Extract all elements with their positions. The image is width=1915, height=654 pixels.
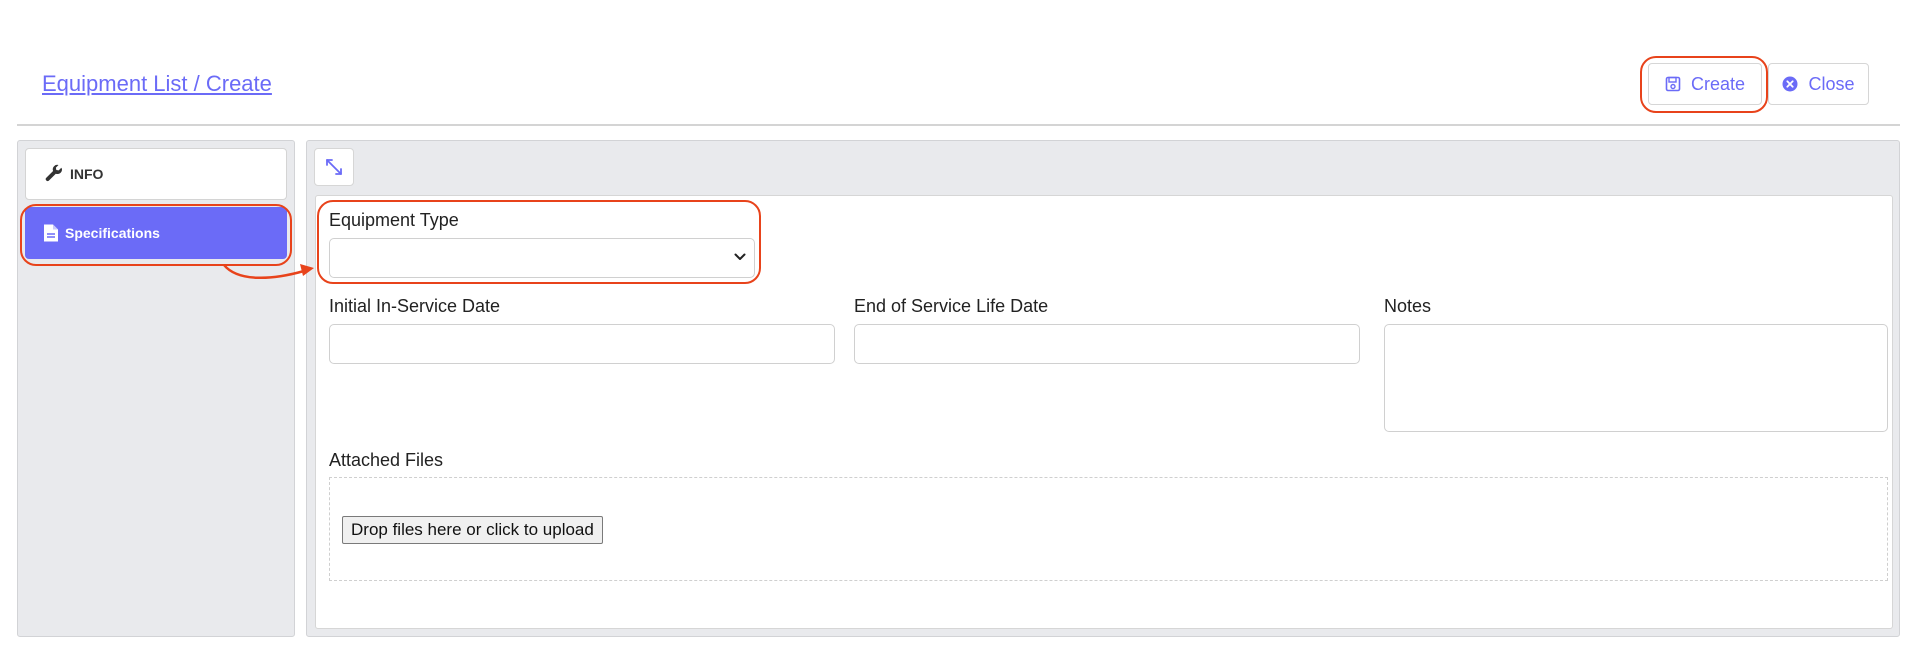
main-panel: Equipment Type Initial In-Service Date E…: [306, 140, 1900, 637]
close-circle-icon: [1782, 76, 1798, 92]
expand-button[interactable]: [314, 148, 354, 186]
end-of-service-life-date-label: End of Service Life Date: [854, 296, 1049, 316]
sidebar: INFO Specifications: [17, 140, 295, 637]
initial-in-service-date-label: Initial In-Service Date: [329, 296, 501, 316]
notes-field[interactable]: [1384, 324, 1888, 432]
close-button[interactable]: Close: [1768, 63, 1869, 105]
attached-files-label: Attached Files: [329, 450, 444, 470]
document-icon: [44, 224, 58, 242]
close-button-label: Close: [1808, 73, 1855, 94]
save-icon: [1665, 76, 1681, 92]
notes-label: Notes: [1384, 296, 1432, 316]
header-divider: [17, 124, 1900, 126]
sidebar-item-info[interactable]: INFO: [25, 148, 287, 200]
wrench-icon: [45, 164, 63, 182]
create-button[interactable]: Create: [1648, 63, 1762, 105]
upload-button[interactable]: Drop files here or click to upload: [342, 516, 603, 544]
equipment-type-select[interactable]: [329, 238, 755, 278]
equipment-type-label: Equipment Type: [329, 210, 459, 230]
equipment-type-select-wrap: [329, 238, 755, 278]
initial-in-service-date-field[interactable]: [329, 324, 835, 364]
page-title-breadcrumb[interactable]: Equipment List / Create: [42, 71, 272, 97]
create-button-label: Create: [1690, 73, 1746, 94]
sidebar-item-specifications[interactable]: Specifications: [25, 207, 287, 259]
sidebar-item-label: Specifications: [65, 225, 160, 241]
end-of-service-life-date-field[interactable]: [854, 324, 1360, 364]
expand-icon: [326, 159, 342, 175]
sidebar-item-label: INFO: [70, 166, 104, 182]
specifications-form: Equipment Type Initial In-Service Date E…: [315, 195, 1893, 629]
file-dropzone[interactable]: Drop files here or click to upload: [329, 477, 1888, 581]
